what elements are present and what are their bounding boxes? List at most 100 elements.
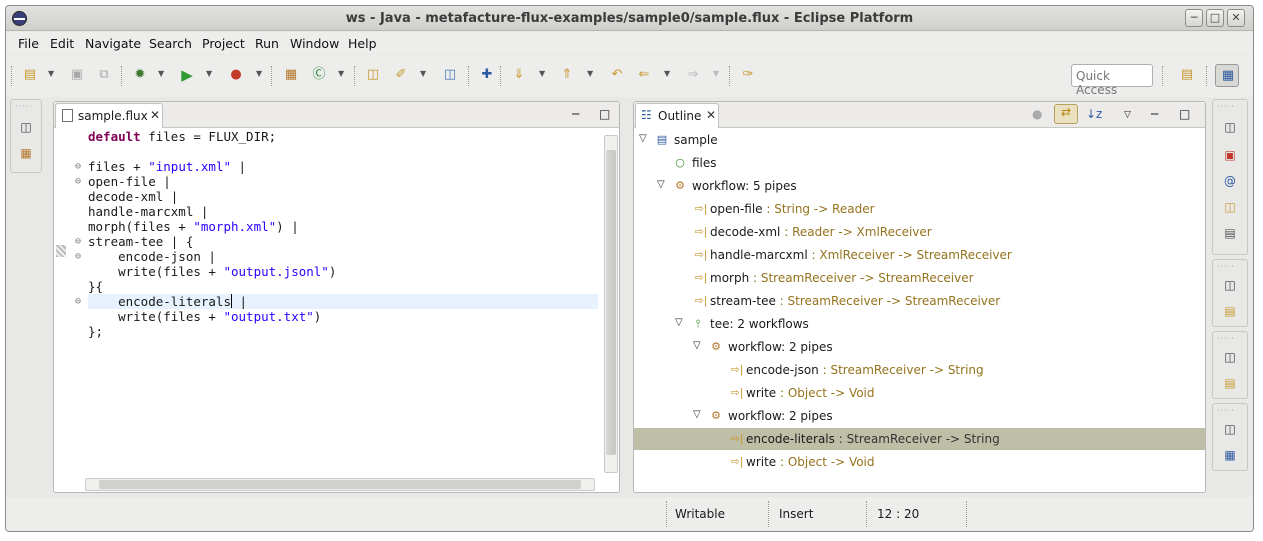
- code-line[interactable]: ⊖ encode-json |: [75, 249, 598, 264]
- chevron-down-icon[interactable]: ▼: [338, 69, 344, 78]
- fold-toggle-icon[interactable]: ⊖: [75, 234, 81, 249]
- java-perspective-button[interactable]: ▦: [1215, 64, 1239, 87]
- code-line[interactable]: }{: [88, 279, 598, 294]
- minimize-view-icon[interactable]: ─: [572, 107, 579, 121]
- console-icon[interactable]: ▤: [1223, 226, 1237, 240]
- code-line[interactable]: ⊖ files + "input.xml" |: [75, 159, 598, 174]
- menu-project[interactable]: Project: [202, 36, 245, 51]
- search-icon[interactable]: ✐: [393, 67, 409, 83]
- quick-access-input[interactable]: Quick Access: [1071, 64, 1153, 97]
- code-line[interactable]: default files = FLUX_DIR;: [88, 129, 598, 144]
- fold-toggle-icon[interactable]: ⊖: [75, 249, 81, 264]
- new-wizard-icon[interactable]: ▤: [22, 67, 38, 83]
- restore-icon[interactable]: ◫: [1223, 422, 1237, 436]
- debug-icon[interactable]: ✹: [132, 67, 148, 83]
- outline-node[interactable]: ⇨| morph : StreamReceiver -> StreamReceiv…: [634, 267, 1205, 289]
- code-line[interactable]: handle-marcxml |: [88, 204, 598, 219]
- code-text-area[interactable]: default files = FLUX_DIR; ⊖ files + "input…: [75, 129, 598, 478]
- maximize-window-button[interactable]: □: [1206, 9, 1224, 27]
- menu-window[interactable]: Window: [290, 36, 339, 51]
- fold-toggle-icon[interactable]: ⊖: [75, 294, 81, 309]
- outline-node[interactable]: ▽ ⚙ workflow: 2 pipes: [634, 336, 1205, 358]
- save-all-icon[interactable]: ⧉: [96, 67, 112, 83]
- menu-run[interactable]: Run: [255, 36, 279, 51]
- drag-handle[interactable]: ·····: [1217, 102, 1235, 111]
- close-tab-icon[interactable]: ✕: [150, 108, 160, 122]
- horizontal-scrollbar[interactable]: [85, 478, 595, 491]
- chevron-down-icon[interactable]: ▼: [539, 69, 545, 78]
- chevron-down-icon[interactable]: ▼: [206, 69, 212, 78]
- menu-search[interactable]: Search: [149, 36, 192, 51]
- save-icon[interactable]: ▣: [69, 67, 85, 83]
- forward-icon[interactable]: ⇒: [685, 67, 701, 83]
- expand-toggle-icon[interactable]: ▽: [693, 409, 701, 420]
- pin-editor-icon[interactable]: ✑: [740, 67, 756, 83]
- outline-node[interactable]: ⇨| write : Object -> Void: [634, 382, 1205, 404]
- code-line[interactable]: write(files + "output.jsonl"): [88, 264, 598, 279]
- last-edit-location-icon[interactable]: ↶: [609, 67, 625, 83]
- close-tab-icon[interactable]: ✕: [706, 108, 716, 122]
- scrollbar-thumb[interactable]: [99, 480, 581, 489]
- chevron-down-icon[interactable]: ▼: [48, 69, 54, 78]
- outline-node[interactable]: ⇨| open-file : String -> Reader: [634, 198, 1205, 220]
- link-with-editor-icon[interactable]: ⇄: [1054, 104, 1078, 124]
- code-line[interactable]: decode-xml |: [88, 189, 598, 204]
- outline-node[interactable]: ▽ ⚙ workflow: 2 pipes: [634, 405, 1205, 427]
- drag-handle[interactable]: ·····: [15, 102, 33, 111]
- restore-icon[interactable]: ◫: [1223, 278, 1237, 292]
- outline-node[interactable]: ⇨| encode-json : StreamReceiver -> String: [634, 359, 1205, 381]
- restore-icon[interactable]: ◫: [1223, 350, 1237, 364]
- code-line[interactable]: ⊖ stream-tee | {: [75, 234, 598, 249]
- window-icon[interactable]: ▦: [1223, 448, 1237, 462]
- expand-toggle-icon[interactable]: ▽: [657, 179, 665, 190]
- chevron-down-icon[interactable]: ▼: [664, 69, 670, 78]
- tab-sample-flux[interactable]: sample.flux ✕: [55, 103, 163, 128]
- outline-node[interactable]: ⇨| write : Object -> Void: [634, 451, 1205, 473]
- minimize-view-icon[interactable]: ─: [1151, 107, 1158, 121]
- outline-node[interactable]: ▽ ⚙ workflow: 5 pipes: [634, 175, 1205, 197]
- new-package-icon[interactable]: ▦: [283, 67, 299, 83]
- menu-navigate[interactable]: Navigate: [85, 36, 141, 51]
- open-perspective-icon[interactable]: ▤: [1179, 67, 1195, 83]
- code-line[interactable]: ⊖ encode-literals |: [75, 294, 598, 309]
- drag-handle[interactable]: ·····: [1217, 262, 1235, 271]
- task-list-icon[interactable]: ▤: [1223, 304, 1237, 318]
- outline-node[interactable]: ○ files: [634, 152, 1205, 174]
- open-type-icon[interactable]: ◫: [365, 67, 381, 83]
- run-icon[interactable]: ▶: [179, 67, 195, 83]
- close-window-button[interactable]: ✕: [1227, 9, 1245, 27]
- drag-handle[interactable]: ·····: [1217, 406, 1235, 415]
- fold-toggle-icon[interactable]: ⊖: [75, 174, 81, 189]
- hide-fields-icon[interactable]: ●: [1032, 107, 1042, 121]
- tab-outline[interactable]: ☷ Outline ✕: [635, 103, 719, 128]
- new-class-icon[interactable]: Ⓒ: [311, 67, 327, 83]
- code-line[interactable]: ⊖ open-file |: [75, 174, 598, 189]
- scrollbar-thumb[interactable]: [606, 150, 616, 455]
- expand-toggle-icon[interactable]: ▽: [639, 133, 647, 144]
- outline-node[interactable]: ⇨| handle-marcxml : XmlReceiver -> Stream…: [634, 244, 1205, 266]
- expand-toggle-icon[interactable]: ▽: [675, 317, 683, 328]
- menu-help[interactable]: Help: [348, 36, 377, 51]
- annotation-marker[interactable]: [56, 245, 66, 257]
- code-line[interactable]: write(files + "output.txt"): [88, 309, 598, 324]
- view-menu-icon[interactable]: ▽: [1124, 110, 1131, 120]
- vertical-scrollbar[interactable]: [604, 135, 618, 473]
- chevron-down-icon[interactable]: ▼: [713, 69, 719, 78]
- outline-node[interactable]: ▽ ▤ sample: [634, 129, 1205, 151]
- fold-toggle-icon[interactable]: ⊖: [75, 159, 81, 174]
- menu-file[interactable]: File: [18, 36, 39, 51]
- declaration-icon[interactable]: ◫: [1223, 200, 1237, 214]
- code-line[interactable]: };: [88, 324, 598, 339]
- external-tools-icon[interactable]: ●: [228, 67, 244, 83]
- previous-annotation-icon[interactable]: ⇑: [559, 67, 575, 83]
- toggle-mark-occurrences-icon[interactable]: ✚: [479, 67, 495, 83]
- outline-node[interactable]: ⇨| encode-literals : StreamReceiver -> St…: [634, 428, 1205, 450]
- menu-edit[interactable]: Edit: [50, 36, 74, 51]
- maximize-view-icon[interactable]: □: [599, 107, 610, 121]
- back-icon[interactable]: ⇐: [636, 67, 652, 83]
- next-annotation-icon[interactable]: ⇓: [511, 67, 527, 83]
- package-explorer-icon[interactable]: ▦: [19, 146, 33, 160]
- code-line[interactable]: [88, 144, 598, 159]
- maximize-view-icon[interactable]: □: [1179, 107, 1190, 121]
- chevron-down-icon[interactable]: ▼: [587, 69, 593, 78]
